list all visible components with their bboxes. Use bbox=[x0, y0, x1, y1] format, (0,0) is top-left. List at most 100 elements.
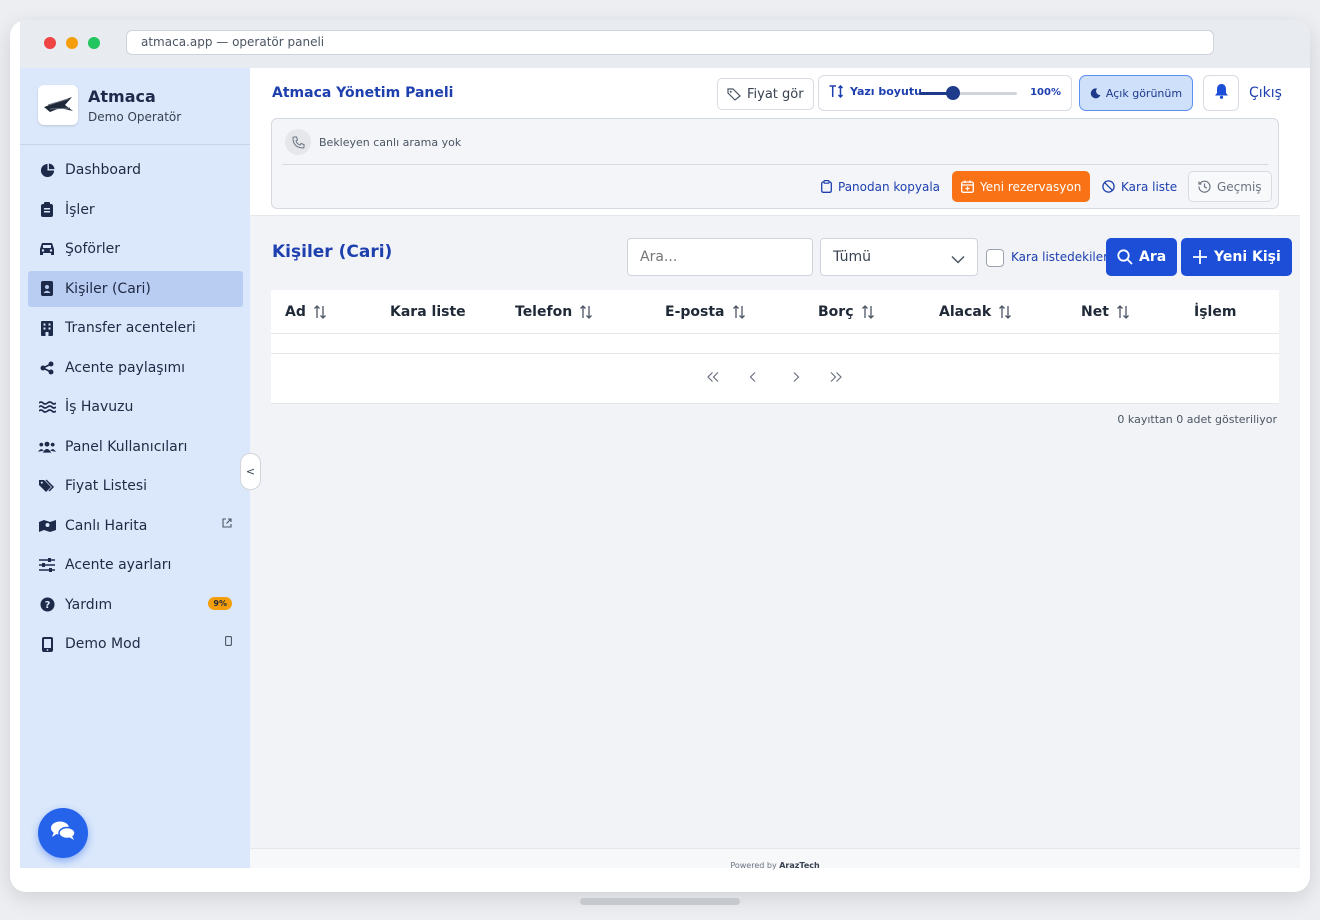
sort-icon bbox=[861, 305, 875, 319]
sidebar-item-transfer-agencies[interactable]: Transfer acenteleri bbox=[28, 310, 243, 346]
sidebar-item-label: İşler bbox=[65, 201, 95, 218]
sidebar-item-label: Dashboard bbox=[65, 162, 141, 178]
brand-header: Atmaca Demo Operatör bbox=[20, 68, 250, 145]
top-bar: Atmaca Yönetim Paneli Fiyat gör Yazı boy… bbox=[250, 68, 1300, 216]
moon-icon bbox=[1090, 87, 1101, 99]
app-root: Atmaca Demo Operatör Dashboard İşler Şof… bbox=[20, 68, 1300, 870]
sidebar-item-help[interactable]: ? Yardım 9% bbox=[28, 587, 243, 623]
font-size-control: Yazı boyutu 100% bbox=[818, 75, 1072, 111]
column-header-debt[interactable]: Borç bbox=[818, 304, 875, 320]
column-header-phone[interactable]: Telefon bbox=[515, 304, 593, 320]
sort-icon bbox=[313, 305, 327, 319]
first-page-icon[interactable] bbox=[706, 371, 720, 387]
sidebar-item-demo-mode[interactable]: Demo Mod bbox=[28, 626, 243, 662]
logout-link[interactable]: Çıkış bbox=[1249, 85, 1282, 101]
slider-handle[interactable] bbox=[946, 86, 961, 100]
sidebar-item-label: Demo Mod bbox=[65, 636, 141, 652]
sidebar-item-label: Kişiler (Cari) bbox=[65, 280, 151, 297]
sidebar-item-price-list[interactable]: Fiyat Listesi bbox=[28, 468, 243, 504]
blacklist-filter-label: Kara listedekiler bbox=[1011, 250, 1109, 264]
car-icon bbox=[38, 241, 56, 257]
pie-chart-icon bbox=[38, 162, 56, 178]
footer-company: ArazTech bbox=[779, 861, 820, 870]
previous-page-icon[interactable] bbox=[749, 371, 757, 387]
chat-button[interactable] bbox=[38, 808, 88, 858]
column-header-name[interactable]: Ad bbox=[285, 304, 327, 320]
address-book-icon bbox=[38, 281, 56, 297]
sidebar-item-label: Acente paylaşımı bbox=[65, 359, 185, 376]
sidebar-item-panel-users[interactable]: Panel Kullanıcıları bbox=[28, 429, 243, 465]
pagination bbox=[271, 354, 1279, 404]
maximize-window-dot[interactable] bbox=[88, 37, 100, 49]
brand-subtitle: Demo Operatör bbox=[88, 110, 182, 124]
divider bbox=[282, 164, 1268, 165]
sidebar: Atmaca Demo Operatör Dashboard İşler Şof… bbox=[20, 68, 250, 868]
sort-icon bbox=[579, 305, 593, 319]
help-icon: ? bbox=[38, 597, 56, 613]
mobile-icon bbox=[38, 636, 56, 652]
sidebar-item-agency-sharing[interactable]: Acente paylaşımı bbox=[28, 350, 243, 386]
column-header-credit[interactable]: Alacak bbox=[939, 304, 1012, 320]
sliders-icon bbox=[38, 557, 56, 573]
ban-icon bbox=[1102, 180, 1115, 193]
blacklist-button[interactable]: Kara liste bbox=[1093, 171, 1186, 202]
history-button[interactable]: Geçmiş bbox=[1188, 171, 1272, 202]
sidebar-item-live-map[interactable]: Canlı Harita bbox=[28, 508, 243, 544]
home-indicator bbox=[580, 898, 740, 905]
search-icon bbox=[1117, 249, 1133, 265]
device-small-icon bbox=[225, 636, 232, 649]
column-header-action: İşlem bbox=[1194, 304, 1237, 320]
next-page-icon[interactable] bbox=[792, 371, 800, 387]
sidebar-item-contacts[interactable]: Kişiler (Cari) bbox=[28, 270, 243, 307]
brand-name: Atmaca bbox=[88, 87, 156, 106]
sidebar-item-job-pool[interactable]: İş Havuzu bbox=[28, 389, 243, 425]
panel-title: Atmaca Yönetim Paneli bbox=[272, 85, 454, 101]
sort-icon bbox=[998, 305, 1012, 319]
filter-select[interactable]: Tümü bbox=[820, 238, 978, 276]
price-view-button[interactable]: Fiyat gör bbox=[717, 78, 814, 110]
font-size-slider[interactable] bbox=[919, 86, 1017, 100]
footer: Powered by ArazTech bbox=[250, 848, 1300, 870]
sidebar-item-label: Şoförler bbox=[65, 241, 120, 257]
paste-from-clipboard-button[interactable]: Panodan kopyala bbox=[812, 171, 949, 202]
sidebar-item-label: Panel Kullanıcıları bbox=[65, 438, 188, 455]
phone-icon bbox=[285, 129, 311, 155]
last-page-icon[interactable] bbox=[829, 371, 843, 387]
bell-icon bbox=[1214, 83, 1229, 103]
sidebar-item-agency-settings[interactable]: Acente ayarları bbox=[28, 547, 243, 583]
close-window-dot[interactable] bbox=[44, 37, 56, 49]
search-button[interactable]: Ara bbox=[1106, 238, 1178, 276]
users-icon bbox=[38, 439, 56, 455]
help-badge: 9% bbox=[208, 596, 232, 610]
device-frame: atmaca.app — operatör paneli Atmaca Demo… bbox=[10, 20, 1310, 892]
column-header-net[interactable]: Net bbox=[1081, 304, 1130, 320]
column-header-email[interactable]: E-posta bbox=[665, 304, 746, 320]
search-input[interactable] bbox=[627, 238, 813, 276]
browser-chrome: atmaca.app — operatör paneli bbox=[20, 20, 1310, 68]
new-contact-button[interactable]: Yeni Kişi bbox=[1181, 238, 1292, 276]
building-icon bbox=[38, 320, 56, 336]
sidebar-item-label: Acente ayarları bbox=[65, 557, 172, 573]
chat-bubbles-icon bbox=[50, 820, 76, 846]
sort-icon bbox=[1116, 305, 1130, 319]
clipboard-icon bbox=[38, 202, 56, 218]
new-reservation-button[interactable]: Yeni rezervasyon bbox=[952, 171, 1091, 202]
sidebar-item-drivers[interactable]: Şoförler bbox=[28, 231, 243, 267]
tags-icon bbox=[38, 478, 56, 494]
table-header: Ad Kara liste Telefon E-posta Borç Alaca… bbox=[271, 290, 1279, 334]
theme-toggle-button[interactable]: Açık görünüm bbox=[1079, 75, 1193, 111]
sidebar-item-jobs[interactable]: İşler bbox=[28, 192, 243, 228]
font-size-value: 100% bbox=[1030, 87, 1061, 98]
notifications-button[interactable] bbox=[1203, 75, 1239, 111]
blacklist-filter-checkbox[interactable] bbox=[986, 249, 1004, 267]
water-icon bbox=[38, 399, 56, 415]
address-bar[interactable]: atmaca.app — operatör paneli bbox=[126, 30, 1214, 55]
sidebar-item-dashboard[interactable]: Dashboard bbox=[28, 152, 243, 188]
records-summary: 0 kayıttan 0 adet gösteriliyor bbox=[1117, 413, 1277, 426]
sidebar-collapse-button[interactable]: < bbox=[240, 453, 261, 490]
live-call-panel: Bekleyen canlı arama yok Panodan kopyala… bbox=[271, 118, 1279, 209]
minimize-window-dot[interactable] bbox=[66, 37, 78, 49]
sidebar-item-label: Canlı Harita bbox=[65, 517, 148, 534]
table-row bbox=[271, 334, 1279, 354]
calendar-plus-icon bbox=[961, 180, 974, 193]
